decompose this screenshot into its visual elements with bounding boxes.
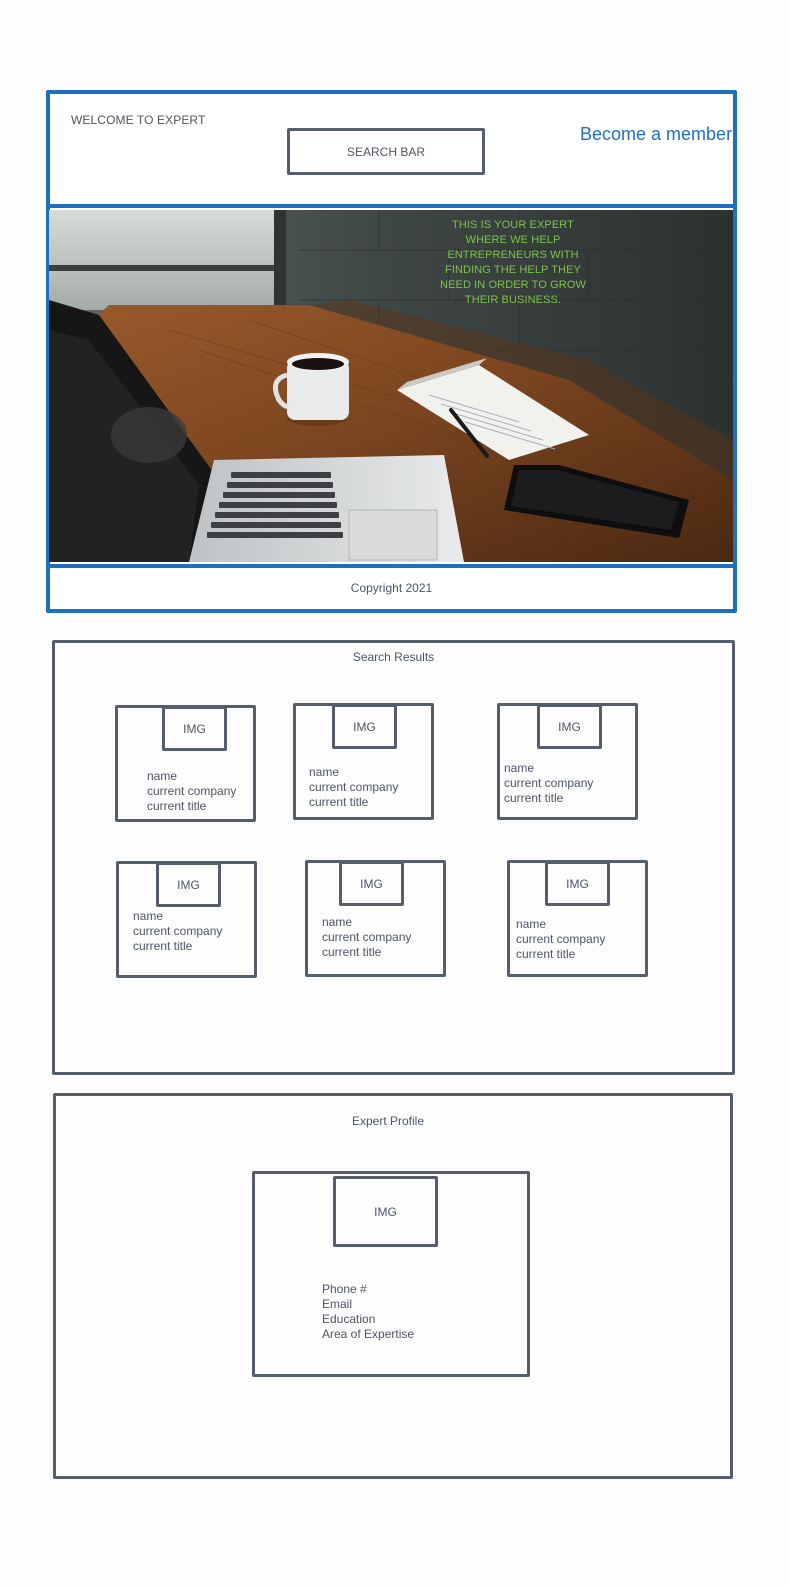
card-title: current title	[309, 795, 369, 809]
img-label: IMG	[360, 876, 383, 891]
card-company: current company	[322, 930, 412, 944]
card-info: name current company current title	[504, 761, 593, 806]
card-title: current title	[133, 939, 193, 953]
result-card[interactable]: IMG name current company current title	[116, 861, 257, 978]
profile-image-placeholder: IMG	[339, 861, 404, 906]
become-member-link[interactable]: Become a member	[580, 124, 732, 145]
profile-image-placeholder: IMG	[537, 704, 602, 749]
card-info: name current company current title	[133, 909, 222, 954]
img-label: IMG	[374, 1204, 397, 1219]
phone-field: Phone #	[322, 1282, 367, 1296]
img-label: IMG	[183, 721, 206, 736]
search-bar-label: SEARCH BAR	[346, 144, 426, 159]
result-card[interactable]: IMG name current company current title	[497, 703, 638, 820]
card-name: name	[133, 909, 164, 923]
email-field: Email	[322, 1297, 353, 1311]
hero-tagline: THIS IS YOUR EXPERT WHERE WE HELP ENTREP…	[440, 219, 586, 306]
search-results-title: Search Results	[352, 650, 435, 664]
card-name: name	[147, 769, 178, 783]
card-info: name current company current title	[147, 769, 236, 814]
site-footer: Copyright 2021	[50, 564, 733, 607]
img-label: IMG	[177, 877, 200, 892]
profile-image-placeholder: IMG	[332, 704, 397, 749]
card-company: current company	[309, 780, 399, 794]
profile-image-placeholder: IMG	[545, 861, 610, 906]
card-info: name current company current title	[322, 915, 411, 960]
profile-image-placeholder: IMG	[162, 706, 227, 751]
result-card[interactable]: IMG name current company current title	[293, 703, 434, 820]
welcome-text: WELCOME TO EXPERT	[71, 113, 206, 127]
card-name: name	[322, 915, 353, 929]
search-bar[interactable]: SEARCH BAR	[287, 128, 485, 175]
profile-image-placeholder: IMG	[156, 862, 221, 907]
img-label: IMG	[558, 719, 581, 734]
result-card[interactable]: IMG name current company current title	[305, 860, 446, 977]
expertise-field: Area of Expertise	[322, 1327, 415, 1341]
img-label: IMG	[353, 719, 376, 734]
card-name: name	[516, 917, 547, 931]
result-card[interactable]: IMG name current company current title	[507, 860, 648, 977]
expert-details: Phone # Email Education Area of Expertis…	[322, 1282, 414, 1342]
hero-image	[49, 210, 733, 562]
card-name: name	[504, 761, 535, 775]
card-title: current title	[516, 947, 576, 961]
card-info: name current company current title	[516, 917, 605, 962]
copyright-text: Copyright 2021	[350, 580, 433, 595]
card-title: current title	[147, 799, 207, 813]
card-company: current company	[504, 776, 594, 790]
card-name: name	[309, 765, 340, 779]
card-company: current company	[516, 932, 606, 946]
card-company: current company	[147, 784, 237, 798]
img-label: IMG	[566, 876, 589, 891]
result-card[interactable]: IMG name current company current title	[115, 705, 256, 822]
card-title: current title	[504, 791, 564, 805]
card-company: current company	[133, 924, 223, 938]
card-title: current title	[322, 945, 382, 959]
education-field: Education	[322, 1312, 376, 1326]
expert-profile-title: Expert Profile	[351, 1114, 425, 1128]
expert-image-placeholder: IMG	[333, 1176, 438, 1247]
card-info: name current company current title	[309, 765, 398, 810]
